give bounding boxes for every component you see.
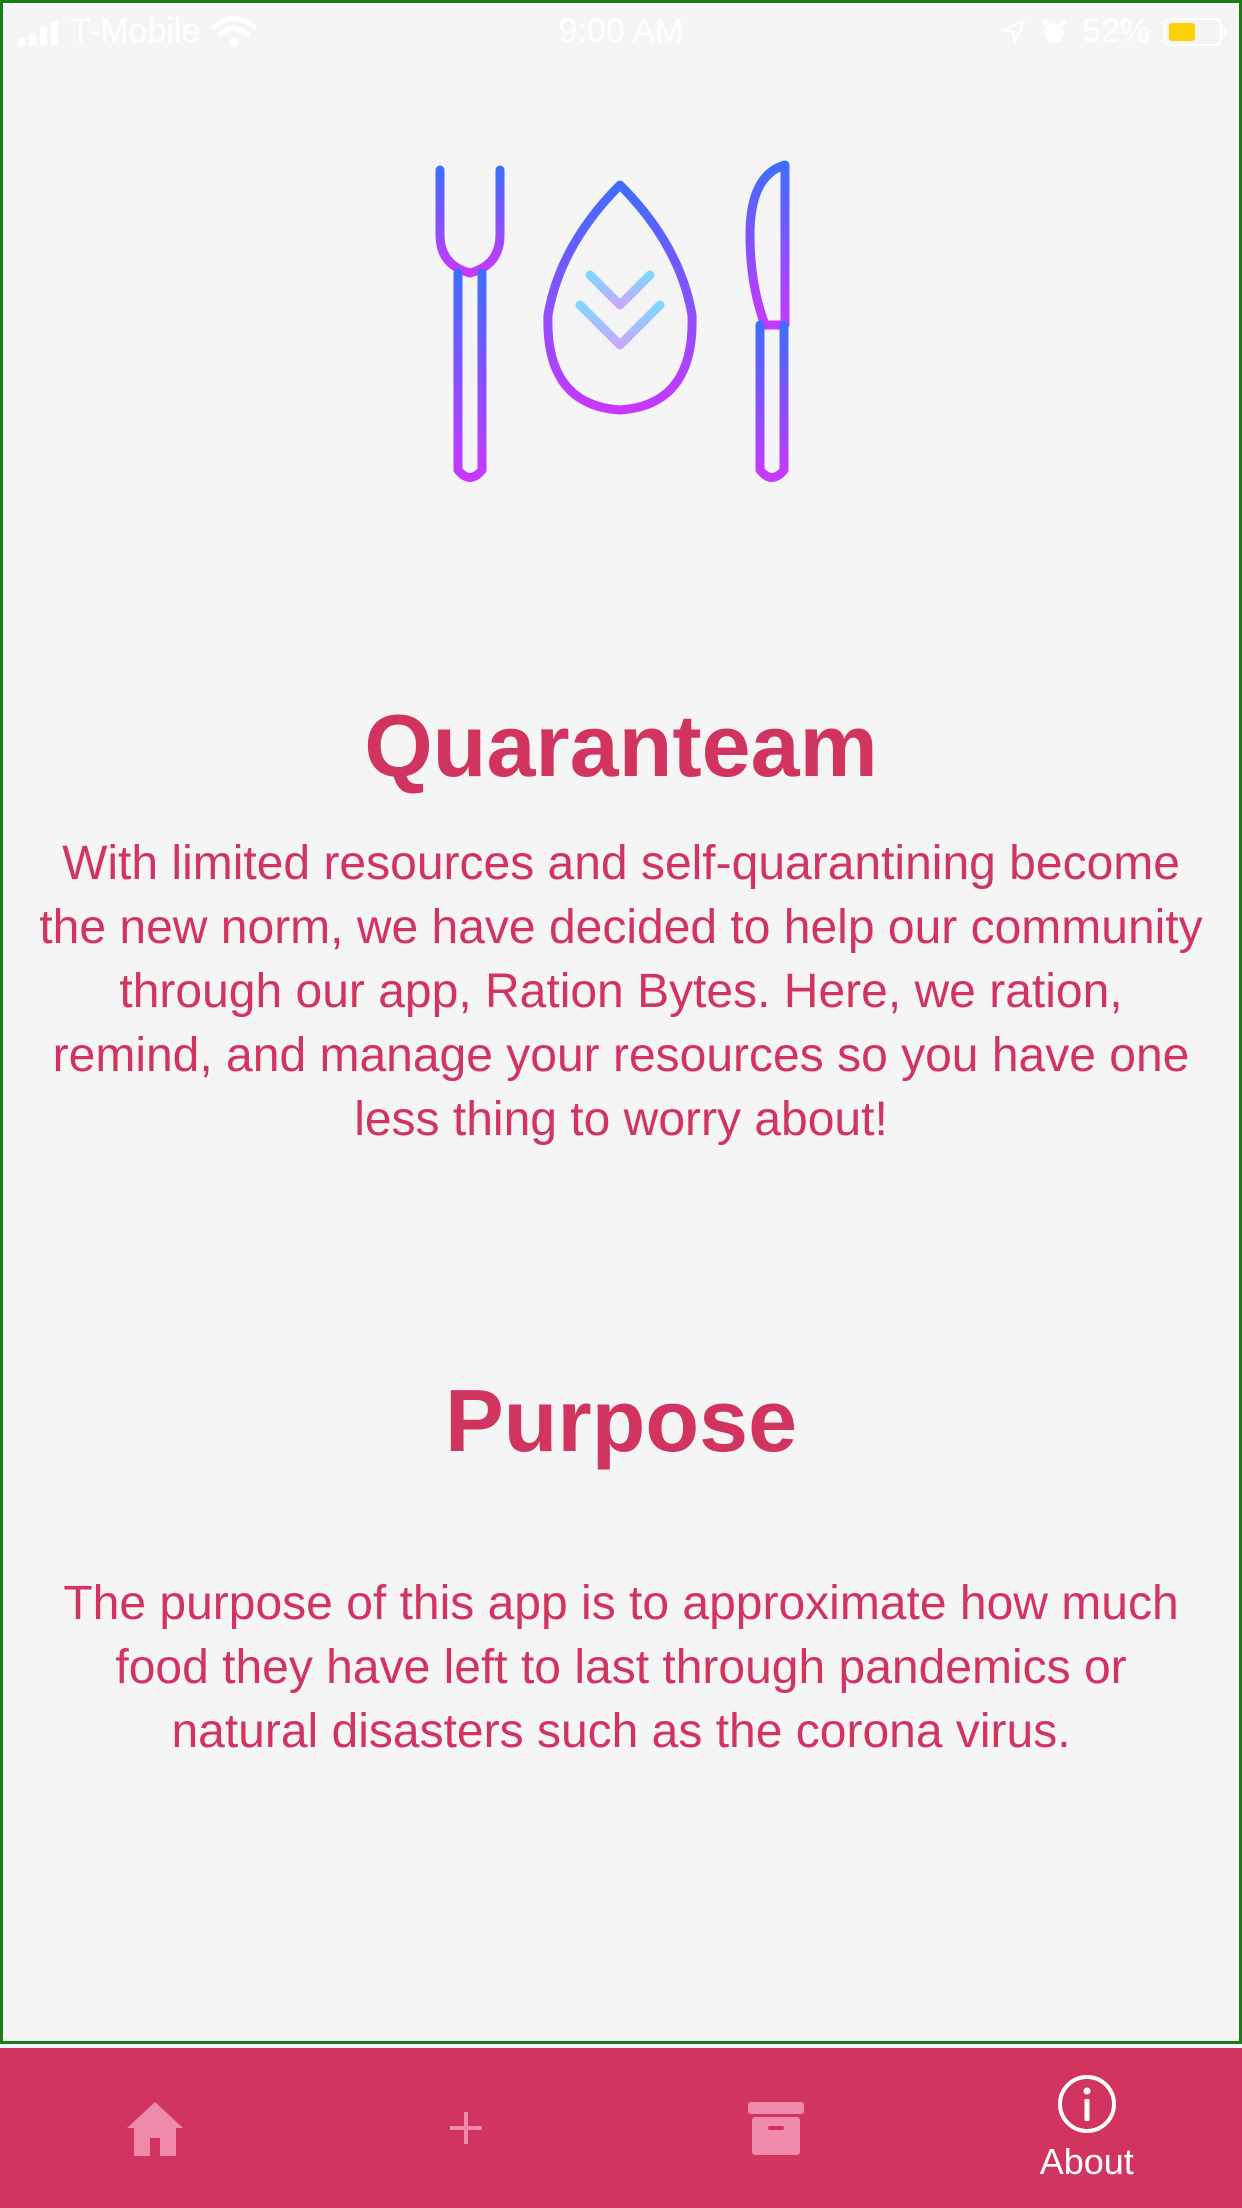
alarm-icon [1041, 19, 1066, 43]
battery-percent: 52% [1081, 12, 1150, 50]
tab-add[interactable] [311, 2048, 622, 2208]
tab-about-label: About [1039, 2141, 1134, 2182]
info-icon [1057, 2075, 1116, 2133]
plus-icon [449, 2112, 482, 2144]
purpose-paragraph: The purpose of this app is to approximat… [63, 1577, 1179, 1758]
home-icon [127, 2102, 184, 2156]
tab-archive[interactable] [621, 2048, 932, 2208]
tab-about[interactable]: About [932, 2048, 1242, 2208]
app-title: Quaranteam [364, 696, 878, 795]
location-arrow-icon [1001, 19, 1026, 43]
tab-bar: About [0, 2048, 1242, 2208]
app-logo-utensils-leaf-icon [435, 160, 790, 482]
status-bar: T-Mobile 9:00 AM 52% [0, 0, 1242, 62]
purpose-heading: Purpose [444, 1371, 798, 1470]
tab-home[interactable] [0, 2048, 311, 2208]
battery-icon [1164, 17, 1226, 46]
archive-icon [748, 2102, 805, 2155]
status-right: 52% [1000, 12, 1226, 51]
intro-paragraph: With limited resources and self-quaranti… [39, 837, 1203, 1146]
